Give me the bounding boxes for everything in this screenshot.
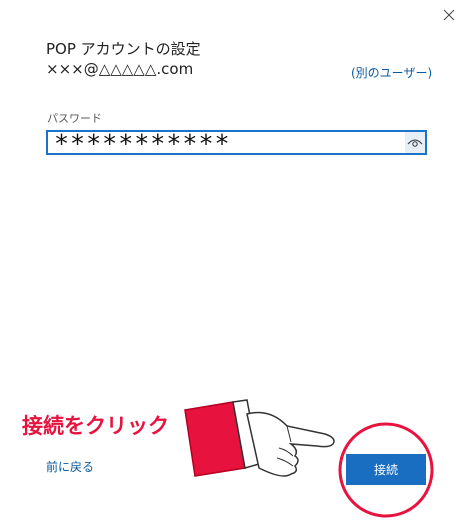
back-link[interactable]: 前に戻る bbox=[46, 460, 94, 475]
password-label: パスワード bbox=[47, 112, 102, 125]
annotation-text: 接続をクリック bbox=[22, 414, 169, 438]
pointing-hand-icon bbox=[184, 399, 335, 477]
password-value: *********** bbox=[54, 129, 231, 158]
show-password-button[interactable] bbox=[405, 132, 425, 153]
account-email: ×××@△△△△△.com bbox=[46, 60, 194, 78]
highlight-circle bbox=[338, 422, 434, 518]
close-icon bbox=[443, 9, 455, 21]
other-user-link[interactable]: (別のユーザー) bbox=[351, 66, 432, 81]
close-button[interactable] bbox=[440, 6, 458, 24]
eye-icon bbox=[407, 139, 423, 147]
password-field[interactable]: *********** bbox=[46, 129, 427, 158]
dialog-title: POP アカウントの設定 bbox=[46, 40, 201, 58]
